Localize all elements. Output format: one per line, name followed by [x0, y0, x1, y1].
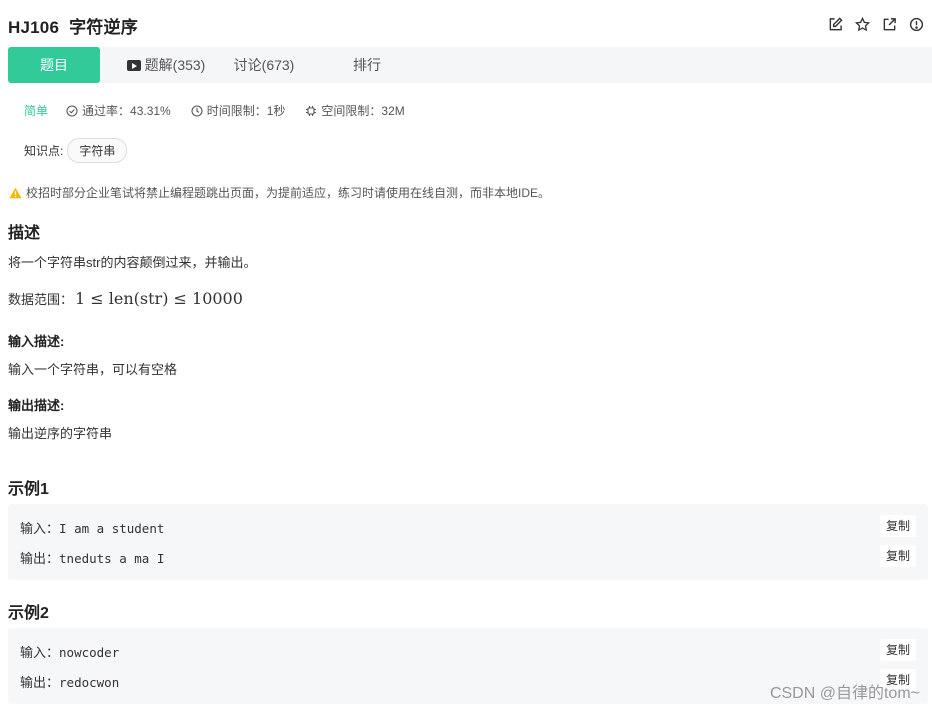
example1-output-value: tneduts a ma I: [59, 551, 165, 566]
input-desc-text: 输入一个字符串，可以有空格: [8, 362, 178, 377]
data-range: 数据范围： 1 ≤ len(str) ≤ 10000: [8, 289, 243, 308]
tab-bar: 题目 题解(353) 讨论(673) 排行: [8, 47, 932, 83]
output-desc-title: 输出描述:: [8, 398, 65, 413]
header-actions: [827, 16, 924, 32]
memory-limit-text: 空间限制：32M: [321, 104, 405, 118]
output-label: 输出：: [20, 675, 60, 690]
example2-title: 示例2: [8, 605, 49, 622]
share-icon[interactable]: [881, 16, 897, 32]
problem-header: HJ106 字符逆序: [0, 0, 932, 48]
time-limit-text: 时间限制：1秒: [206, 104, 286, 118]
range-formula: 1 ≤ len(str) ≤ 10000: [75, 289, 243, 308]
copy-button[interactable]: 复制: [880, 639, 916, 661]
pass-rate-text: 通过率：43.31%: [82, 104, 171, 118]
input-desc-title: 输入描述:: [8, 334, 65, 349]
tab-problem[interactable]: 题目: [8, 47, 100, 83]
problem-name: 字符逆序: [69, 18, 138, 37]
input-label: 输入：: [20, 645, 60, 660]
copy-button[interactable]: 复制: [880, 545, 916, 567]
example1-output: 输出：tneduts a ma I: [20, 548, 164, 567]
knowledge-points: 知识点: 字符串: [24, 138, 128, 163]
example1-box: 输入：I am a student 复制 输出：tneduts a ma I 复…: [8, 504, 928, 580]
example2-input: 输入：nowcoder: [20, 642, 119, 661]
output-desc-text: 输出逆序的字符串: [8, 426, 113, 441]
page-title: HJ106 字符逆序: [8, 13, 138, 38]
range-label: 数据范围：: [8, 292, 74, 307]
copy-button[interactable]: 复制: [880, 515, 916, 537]
clock-icon: [191, 104, 203, 117]
input-label: 输入：: [20, 521, 60, 536]
example2-output-value: redocwon: [59, 675, 120, 690]
tab-ranking[interactable]: 排行: [346, 47, 388, 83]
warning-icon: [9, 187, 22, 198]
edit-icon[interactable]: [827, 16, 843, 32]
pass-rate: 通过率：43.31%: [66, 102, 171, 119]
check-circle-icon: [66, 104, 78, 117]
tab-discussion[interactable]: 讨论(673): [226, 47, 302, 83]
star-icon[interactable]: [854, 16, 870, 32]
tab-solutions-label: 题解(353): [144, 57, 206, 73]
example2-input-value: nowcoder: [59, 645, 120, 660]
difficulty-badge: 简单: [24, 104, 49, 118]
problem-id: HJ106: [8, 18, 60, 37]
video-icon: [126, 60, 141, 71]
report-icon[interactable]: [908, 16, 924, 32]
tab-solutions[interactable]: 题解(353): [118, 47, 214, 83]
watermark: CSDN @自律的tom~: [769, 685, 920, 702]
chip-icon: [306, 105, 317, 116]
example1-input: 输入：I am a student: [20, 518, 164, 537]
time-limit: 时间限制：1秒: [191, 102, 286, 119]
problem-meta: 简单 通过率：43.31% 时间限制：1秒 空间限制：32M: [24, 102, 425, 119]
example1-input-value: I am a student: [59, 521, 165, 536]
description-text: 将一个字符串str的内容颠倒过来，并输出。: [8, 255, 257, 270]
example2-output: 输出：redocwon: [20, 672, 119, 691]
example1-title: 示例1: [8, 481, 49, 498]
knowledge-label: 知识点:: [24, 144, 64, 158]
output-label: 输出：: [20, 551, 60, 566]
knowledge-tag[interactable]: 字符串: [67, 138, 128, 163]
description-title: 描述: [8, 225, 41, 242]
memory-limit: 空间限制：32M: [305, 102, 405, 119]
warning-text: 校招时部分企业笔试将禁止编程题跳出页面，为提前适应，练习时请使用在线自测，而非本…: [26, 186, 551, 200]
exam-warning: 校招时部分企业笔试将禁止编程题跳出页面，为提前适应，练习时请使用在线自测，而非本…: [9, 184, 550, 201]
